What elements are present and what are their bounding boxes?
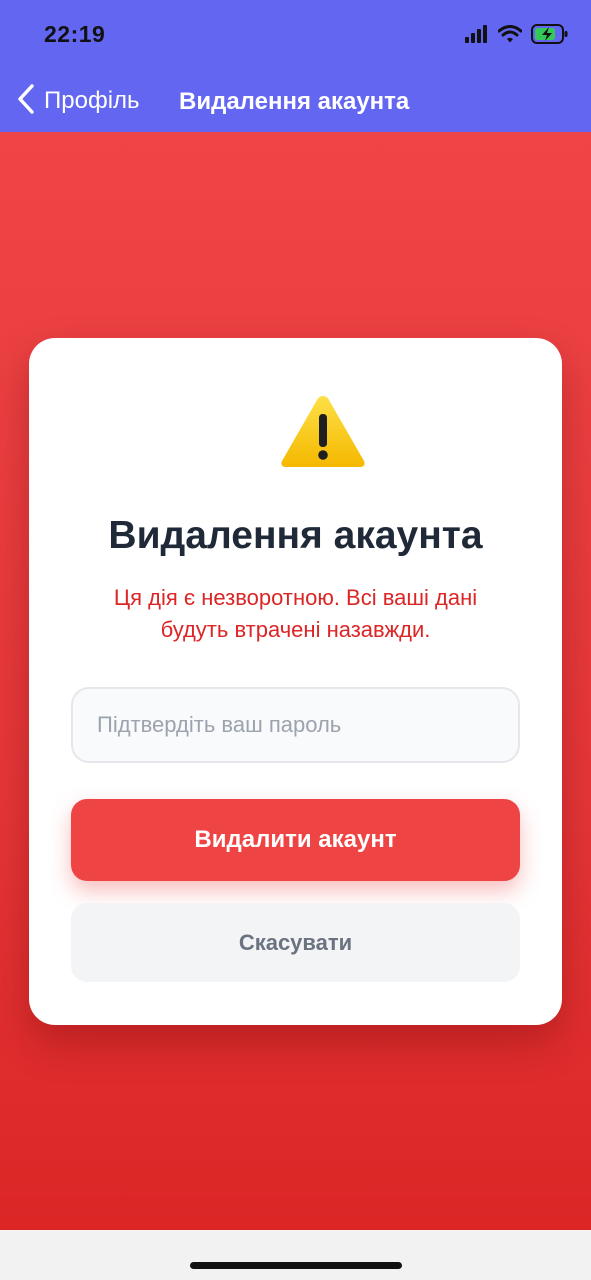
- warning-icon: [279, 392, 367, 470]
- main-content: Видалення акаунта Ця дія є незворотною. …: [0, 132, 591, 1230]
- wifi-icon: [497, 24, 523, 48]
- warning-message: Ця дія є незворотною. Всі ваші дані буду…: [89, 582, 502, 646]
- nav-bar: Профіль Видалення акаунта: [0, 70, 591, 132]
- app-header: 22:19 Профіль Видалення акаунта: [0, 0, 591, 132]
- back-label: Профіль: [44, 87, 140, 114]
- password-input[interactable]: [71, 687, 520, 763]
- card-title: Видалення акаунта: [108, 514, 483, 557]
- home-indicator[interactable]: [190, 1262, 402, 1269]
- chevron-left-icon: [16, 83, 36, 120]
- nav-title: Видалення акаунта: [179, 88, 410, 115]
- back-button[interactable]: Профіль: [16, 83, 140, 120]
- delete-account-button[interactable]: Видалити акаунт: [71, 799, 520, 881]
- status-bar: 22:19: [0, 0, 591, 70]
- battery-charging-icon: [531, 23, 569, 49]
- bottom-bar: [0, 1230, 591, 1280]
- status-time: 22:19: [44, 21, 106, 47]
- delete-account-card: Видалення акаунта Ця дія є незворотною. …: [29, 338, 562, 1025]
- warning-message-line: будуть втрачені назавжди.: [160, 617, 431, 642]
- cancel-button[interactable]: Скасувати: [71, 903, 520, 982]
- status-icons: [465, 23, 569, 49]
- warning-message-line: Ця дія є незворотною. Всі ваші дані: [113, 585, 478, 610]
- cellular-signal-icon: [465, 24, 489, 48]
